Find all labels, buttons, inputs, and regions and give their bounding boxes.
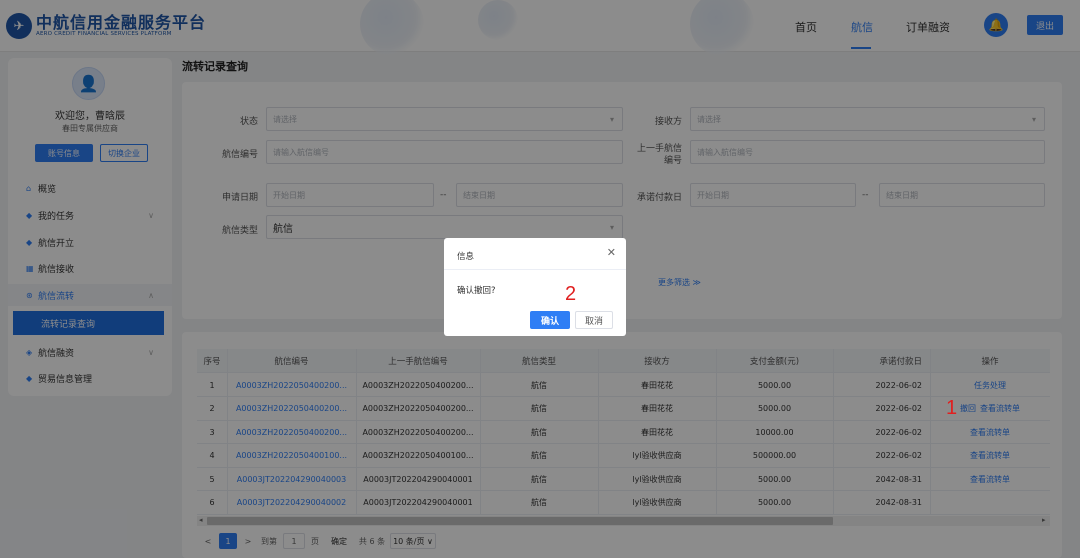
dialog-confirm-button[interactable]: 确认 (530, 311, 570, 329)
dialog-divider (444, 269, 626, 270)
annotation-step-1: 1 (946, 397, 958, 419)
annotation-step-2: 2 (565, 283, 577, 305)
close-icon[interactable]: ✕ (607, 246, 616, 259)
dialog-title: 信息 (457, 252, 475, 262)
dialog-cancel-button[interactable]: 取消 (575, 311, 613, 329)
confirm-dialog: 信息 ✕ 确认撤回? 确认 取消 (444, 238, 626, 336)
dialog-message: 确认撤回? (457, 286, 496, 296)
